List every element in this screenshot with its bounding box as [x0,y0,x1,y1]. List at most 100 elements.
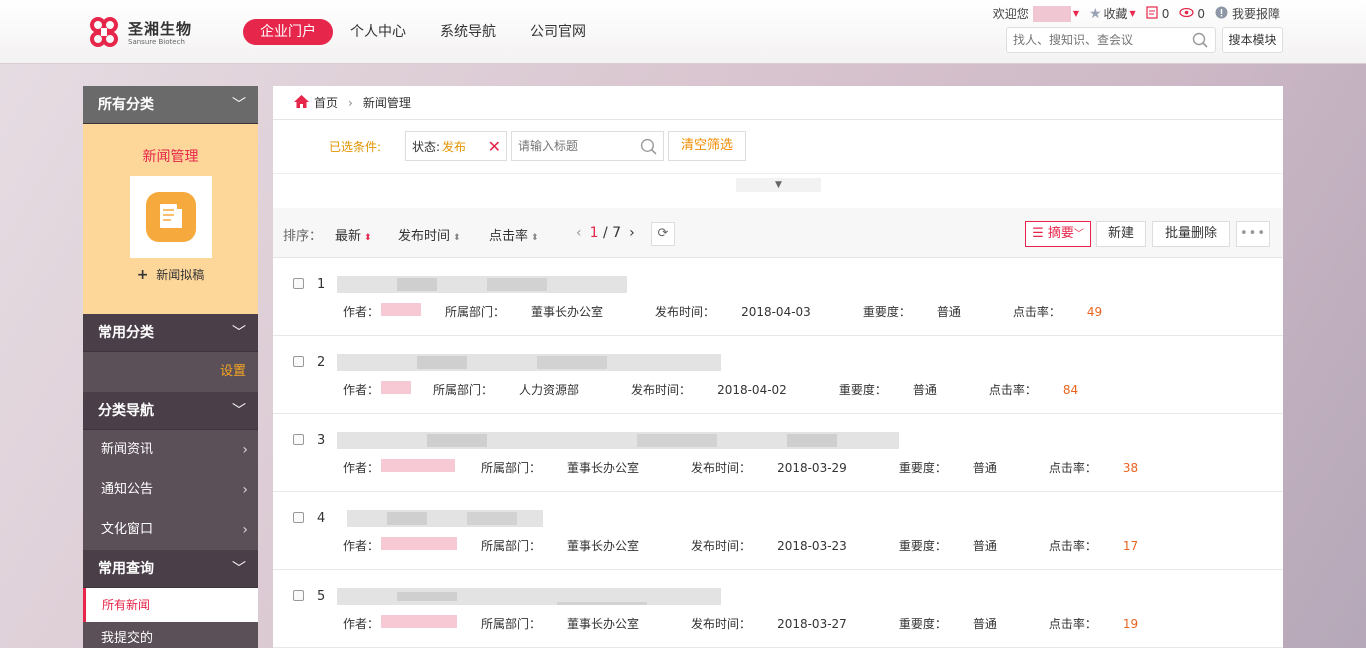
clicks-field: 点击率： 49 [1013,303,1102,320]
chevron-down-icon: ﹀ [232,325,246,341]
nav-system-navigation[interactable]: 系统导航 [423,19,513,45]
global-search-input[interactable] [1007,29,1182,51]
sidebar-item-notices[interactable]: 通知公告 › [83,470,258,510]
date-label: 发布时间： [631,383,692,397]
row-checkbox[interactable] [293,356,304,367]
author-blurred [381,303,422,316]
dept-label: 所属部门： [481,461,542,475]
clicks-label: 点击率： [1048,461,1097,475]
task-icon [1146,5,1159,22]
table-row[interactable]: 3 作者： 所属部门： 董事长办公室 发布时间： 2018-03-29 重要度： 普通… [273,414,1283,492]
date-field: 发布时间： 2018-03-23 [691,537,873,554]
redacted-title[interactable] [337,432,899,449]
clicks-label: 点击率： [988,383,1037,397]
importance-field: 重要度： 普通 [899,537,1023,554]
chevron-down-icon: ▼ [1072,9,1079,18]
sidebar-item-news[interactable]: 新闻资讯 › [83,430,258,470]
title-search-input[interactable] [512,132,632,160]
clear-filter-button[interactable]: 清空筛选 [668,131,746,161]
page-current: 1 [589,225,599,241]
nav-enterprise-portal[interactable]: 企业门户 [243,19,333,45]
sort-latest[interactable]: 最新 ⬍ [335,225,372,244]
redacted-title[interactable] [347,510,543,527]
search-icon[interactable] [1192,32,1208,52]
next-page-icon[interactable]: › [629,225,635,241]
home-icon[interactable] [293,94,310,112]
redacted-title[interactable] [337,276,627,293]
news-draft-button[interactable]: + 新闻拟稿 [83,266,258,283]
redacted-title[interactable] [337,354,721,371]
eye-icon [1179,7,1194,21]
user-menu[interactable]: 欢迎您 ▼ [993,5,1079,22]
nav-personal-center[interactable]: 个人中心 [333,19,423,45]
sort-publish-time-label: 发布时间 [398,229,451,244]
company-logo[interactable]: 圣湘生物 Sansure Biotech [84,15,192,51]
sort-publish-time[interactable]: 发布时间 ⬍ [398,225,461,244]
breadcrumb-home[interactable]: 首页 [314,94,338,111]
logo-cn: 圣湘生物 [128,19,193,38]
table-row[interactable]: 1 作者： 所属部门： 董事长办公室 发布时间： 2018-04-03 重要度： 普通… [273,258,1283,336]
sidebar-item-culture[interactable]: 文化窗口 › [83,510,258,550]
dept-field: 所属部门： 董事长办公室 [445,303,629,320]
sidebar-common-categories[interactable]: 常用分类 ﹀ [83,314,258,352]
clicks-value: 17 [1122,539,1139,553]
clicks-field: 点击率： 17 [1049,537,1138,554]
redacted-title[interactable] [337,588,721,605]
refresh-icon[interactable]: ⟳ [651,222,675,246]
author-blurred [381,381,412,394]
expand-toggle[interactable]: ▼ [736,178,821,192]
view-counter[interactable]: 0 [1179,7,1205,21]
selected-conditions-label: 已选条件: [329,140,382,154]
dept-field: 所属部门： 董事长办公室 [481,537,665,554]
chevron-right-icon: › [242,442,248,458]
clicks-value: 19 [1122,617,1139,631]
dept-field: 所属部门： 人力资源部 [433,381,605,398]
row-checkbox[interactable] [293,590,304,601]
task-counter[interactable]: 0 [1146,5,1169,22]
sidebar-all-categories[interactable]: 所有分类 ﹀ [83,86,258,124]
author-label: 作者： [343,461,380,475]
sidebar-item-my-submitted[interactable]: 我提交的 [83,622,258,648]
breadcrumb: 首页 › 新闻管理 [273,86,1283,120]
summary-view-button[interactable]: ☰ 摘要﹀ [1025,221,1091,247]
news-admin-tile[interactable] [129,176,212,258]
row-checkbox[interactable] [293,512,304,523]
row-checkbox[interactable] [293,434,304,445]
importance-label: 重要度： [838,383,887,397]
report-issue-link[interactable]: 我要报障 [1215,5,1280,22]
chevron-down-icon: ﹀ [232,97,246,113]
date-value: 2018-03-27 [777,617,847,631]
sidebar-category-nav[interactable]: 分类导航 ﹀ [83,392,258,430]
date-field: 发布时间： 2018-03-29 [691,459,873,476]
nav-company-website[interactable]: 公司官网 [513,19,603,45]
dept-label: 所属部门： [481,539,542,553]
sort-clicks[interactable]: 点击率 ⬍ [489,225,539,244]
bulk-delete-button[interactable]: 批量删除 [1152,221,1230,247]
table-row[interactable]: 2 作者： 所属部门： 人力资源部 发布时间： 2018-04-02 重要度： 普通 … [273,336,1283,414]
close-icon[interactable]: ✕ [488,137,501,156]
row-checkbox[interactable] [293,278,304,289]
search-module-button[interactable]: 搜本模块 [1222,27,1283,53]
sidebar-common-query[interactable]: 常用查询 ﹀ [83,550,258,588]
new-button[interactable]: 新建 [1096,221,1146,247]
table-row[interactable]: 4 作者： 所属部门： 董事长办公室 发布时间： 2018-03-23 重要度： 普通… [273,492,1283,570]
sidebar-item-all-news[interactable]: 所有新闻 [83,588,258,622]
sidebar-common-query-label: 常用查询 [98,561,154,577]
table-row[interactable]: 5 作者： 所属部门： 董事长办公室 发布时间： 2018-03-27 重要度： 普通… [273,570,1283,648]
row-meta: 作者： 所属部门： 董事长办公室 发布时间： 2018-04-03 重要度： 普通 点… [343,303,1128,320]
sidebar-settings-link[interactable]: 设置 [83,352,258,392]
favorites-menu[interactable]: ★ 收藏 ▼ [1089,5,1136,22]
sidebar-item-label: 文化窗口 [101,522,154,537]
sidebar-category-nav-label: 分类导航 [98,403,154,419]
clicks-field: 点击率： 38 [1049,459,1138,476]
star-icon: ★ [1088,5,1102,22]
dept-label: 所属部门： [481,617,542,631]
summary-label: 摘要 [1047,226,1074,241]
dept-value: 董事长办公室 [531,305,604,319]
more-options-button[interactable]: ••• [1236,221,1270,247]
row-meta: 作者： 所属部门： 董事长办公室 发布时间： 2018-03-29 重要度： 普通 点… [343,459,1164,476]
clicks-label: 点击率： [1012,305,1061,319]
prev-page-icon[interactable]: ‹ [576,225,582,241]
date-label: 发布时间： [691,539,752,553]
search-icon[interactable] [640,138,657,159]
